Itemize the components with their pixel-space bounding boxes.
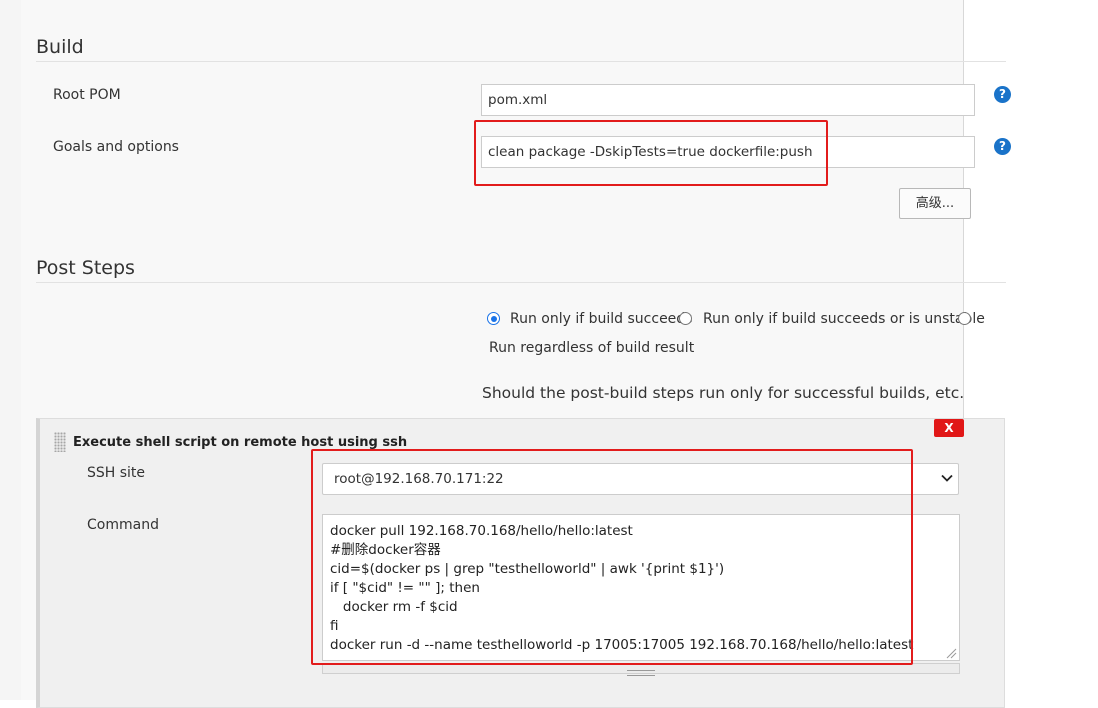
command-line: docker run -d --name testhelloworld -p 1… xyxy=(330,637,914,653)
advanced-button[interactable]: 高级... xyxy=(899,188,971,219)
expand-grip-icon xyxy=(627,670,655,676)
delete-step-button[interactable]: X xyxy=(934,419,964,437)
root-pom-input[interactable]: pom.xml xyxy=(481,84,975,116)
help-icon[interactable]: ? xyxy=(994,86,1011,103)
root-pom-label: Root POM xyxy=(53,87,121,103)
radio-run-if-unstable[interactable] xyxy=(679,312,692,325)
command-line: #删除docker容器 xyxy=(330,542,441,558)
goals-options-label: Goals and options xyxy=(53,139,179,155)
command-line: if [ "$cid" != "" ]; then xyxy=(330,580,480,596)
command-line: fi xyxy=(330,618,339,634)
resize-grip-icon[interactable] xyxy=(945,647,957,659)
post-steps-section-title: Post Steps xyxy=(36,257,135,279)
goals-options-input[interactable]: clean package -DskipTests=true dockerfil… xyxy=(481,136,975,168)
left-gutter xyxy=(0,0,22,700)
command-label: Command xyxy=(87,517,159,533)
command-line: cid=$(docker ps | grep "testhelloworld" … xyxy=(330,561,725,577)
build-section-title: Build xyxy=(36,36,84,58)
radio-label-regardless: Run regardless of build result xyxy=(489,340,695,356)
radio-label-unstable: Run only if build succeeds or is unstabl… xyxy=(703,311,985,327)
drag-handle-icon[interactable] xyxy=(54,432,66,452)
radio-label-succeeds: Run only if build succeeds xyxy=(510,311,693,327)
ssh-step-title: Execute shell script on remote host usin… xyxy=(73,435,408,450)
post-steps-description: Should the post-build steps run only for… xyxy=(482,384,965,402)
radio-run-regardless[interactable] xyxy=(958,312,971,325)
chevron-down-icon xyxy=(941,474,953,482)
command-line: docker pull 192.168.70.168/hello/hello:l… xyxy=(330,523,633,539)
ssh-site-label: SSH site xyxy=(87,465,146,481)
ssh-site-select[interactable]: root@192.168.70.171:22 xyxy=(322,463,959,495)
command-textarea[interactable]: docker pull 192.168.70.168/hello/hello:l… xyxy=(322,514,960,661)
help-icon[interactable]: ? xyxy=(994,138,1011,155)
section-divider xyxy=(36,61,1006,62)
radio-run-if-succeeds[interactable] xyxy=(487,312,500,325)
section-divider xyxy=(36,282,1006,283)
command-line: docker rm -f $cid xyxy=(330,599,458,615)
